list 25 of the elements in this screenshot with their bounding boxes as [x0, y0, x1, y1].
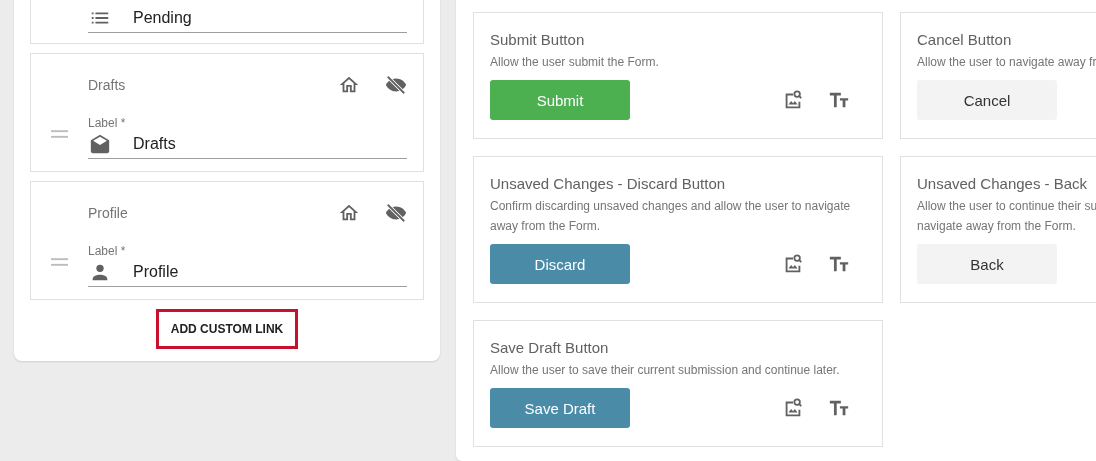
- button-card-title: Unsaved Changes - Discard Button: [490, 175, 727, 192]
- envelope-icon: [89, 133, 111, 155]
- button-card-title: Save Draft Button: [490, 339, 610, 356]
- button-card-title: Submit Button: [490, 31, 586, 48]
- button-card-title: Cancel Button: [917, 31, 1013, 48]
- preview-button[interactable]: Discard: [490, 244, 630, 284]
- button-card-description: Allow the user to continue their su navigate away from the Form.: [917, 198, 1096, 235]
- label-field[interactable]: Pending: [88, 0, 407, 33]
- button-card-description: Allow the user submit the Form.: [490, 54, 660, 71]
- preview-button[interactable]: Cancel: [917, 80, 1057, 120]
- preview-button[interactable]: Save Draft: [490, 388, 630, 428]
- button-card-description: Allow the user to navigate away fr: [917, 54, 1096, 71]
- button-card-description: Allow the user to save their current submission and continue later.: [490, 362, 841, 379]
- eye-off-icon[interactable]: [385, 74, 407, 96]
- preview-button[interactable]: Back: [917, 244, 1057, 284]
- drag-handle-icon[interactable]: [51, 257, 68, 266]
- button-card-title: Unsaved Changes - Back: [917, 175, 1089, 192]
- eye-off-icon[interactable]: [385, 202, 407, 224]
- label-field[interactable]: Label * Profile: [88, 236, 407, 287]
- drag-handle-icon[interactable]: [51, 129, 68, 138]
- add-custom-link-button[interactable]: ADD CUSTOM LINK: [155, 309, 299, 349]
- link-title: Profile: [88, 205, 129, 221]
- label-field[interactable]: Label * Drafts: [88, 108, 407, 159]
- button-card-description: Confirm discarding unsaved changes and allow the user to navigate away from the Form.: [490, 198, 852, 235]
- link-title: Drafts: [88, 77, 127, 93]
